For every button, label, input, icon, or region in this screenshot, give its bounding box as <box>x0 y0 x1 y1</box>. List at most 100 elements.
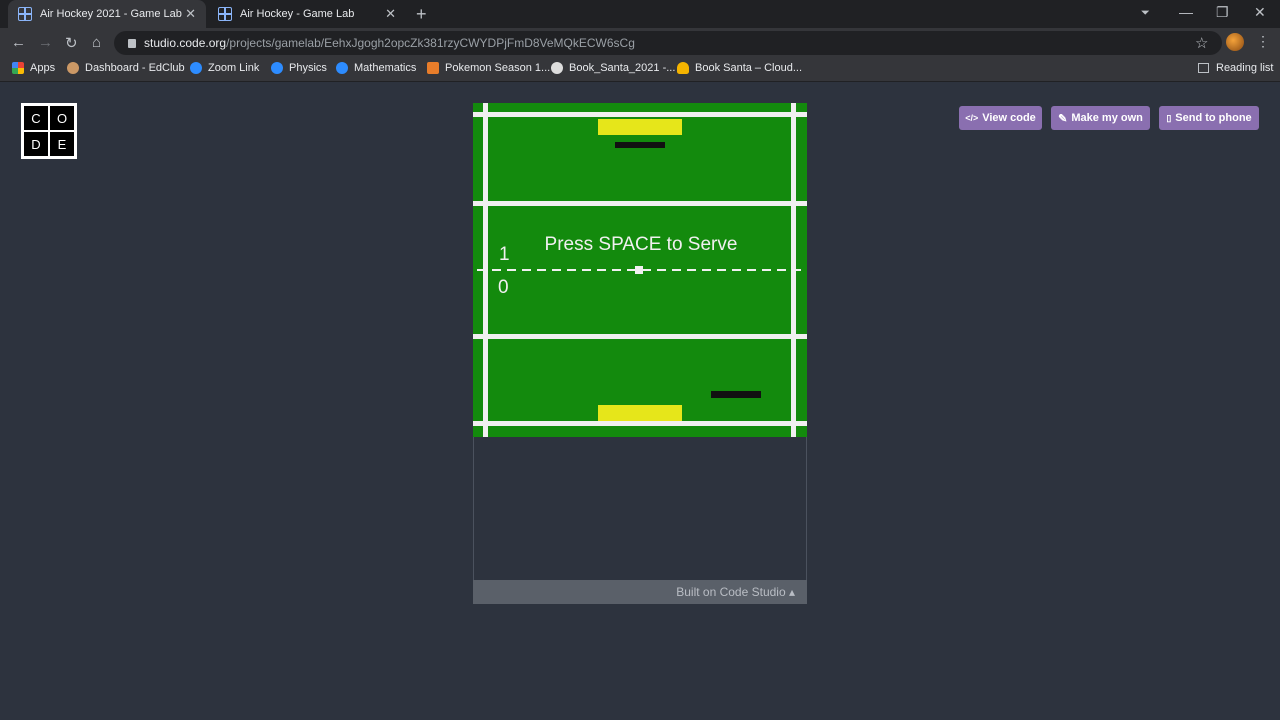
code-icon: </> <box>965 113 979 123</box>
built-on-code-studio[interactable]: Built on Code Studio ▴ <box>473 580 807 604</box>
close-tab-icon[interactable]: ✕ <box>385 6 396 22</box>
santa-icon <box>551 62 563 74</box>
apps-grid-icon <box>12 62 24 74</box>
close-window-icon[interactable]: ✕ <box>1254 4 1266 21</box>
bookmark-book-santa-cloud[interactable]: Book Santa – Cloud... <box>677 62 802 74</box>
logo-letter: E <box>50 132 74 156</box>
close-tab-icon[interactable]: ✕ <box>185 6 196 22</box>
home-icon[interactable]: ⌂ <box>92 34 101 51</box>
center-line-dash <box>537 269 546 271</box>
gamelab-favicon-icon <box>18 7 32 21</box>
center-line-dash <box>762 269 771 271</box>
bookmark-label: Physics <box>289 62 327 74</box>
bookmark-label: Apps <box>30 62 56 74</box>
bottom-goal-paddle <box>598 405 682 421</box>
bookmark-label: Book Santa – Cloud... <box>695 62 803 74</box>
bookmark-edclub[interactable]: Dashboard - EdClub <box>67 62 185 74</box>
button-label: Send to phone <box>1175 112 1252 124</box>
zoom-icon <box>271 62 283 74</box>
center-line-dash <box>642 269 651 271</box>
profile-avatar[interactable] <box>1226 33 1244 51</box>
center-line-dash <box>612 269 621 271</box>
send-to-phone-button[interactable]: ▯ Send to phone <box>1159 106 1259 130</box>
game-canvas[interactable]: Press SPACE to Serve 1 0 <box>473 103 807 437</box>
center-line-dash <box>492 269 501 271</box>
bookmark-label: Pokemon Season 1... <box>445 62 551 74</box>
score-top: 1 <box>499 244 510 265</box>
forward-icon[interactable]: → <box>38 34 53 51</box>
edit-icon: ✎ <box>1058 112 1068 125</box>
bottom-boundary-line <box>473 421 807 426</box>
bookmark-pokemon[interactable]: Pokemon Season 1... <box>427 62 550 74</box>
bookmark-label: Mathematics <box>354 62 417 74</box>
reading-list[interactable]: Reading list <box>1198 62 1273 74</box>
field-line <box>473 334 807 339</box>
new-tab-icon[interactable]: + <box>416 4 427 25</box>
opponent-striker <box>615 142 665 148</box>
gamelab-favicon-icon <box>218 7 232 21</box>
tab-title: Air Hockey - Game Lab <box>240 8 355 20</box>
field-line <box>473 201 807 206</box>
zoom-icon <box>190 62 202 74</box>
bookmark-apps[interactable]: Apps <box>12 62 55 74</box>
bookmark-label: Book_Santa_2021 -... <box>569 62 676 74</box>
puck <box>635 266 643 274</box>
code-org-logo[interactable]: C O D E <box>21 103 77 159</box>
top-goal-paddle <box>598 119 682 135</box>
logo-letter: C <box>24 106 48 130</box>
back-icon[interactable]: ← <box>11 34 26 51</box>
bookmark-star-icon[interactable]: ☆ <box>1195 34 1208 52</box>
address-bar[interactable]: studio.code.org/projects/gamelab/EehxJgo… <box>114 31 1222 55</box>
reading-list-label: Reading list <box>1216 62 1274 74</box>
bookmark-mathematics[interactable]: Mathematics <box>336 62 416 74</box>
phone-icon: ▯ <box>1166 112 1172 123</box>
bookmark-physics[interactable]: Physics <box>271 62 327 74</box>
reading-list-icon <box>1198 63 1209 73</box>
zoom-icon <box>336 62 348 74</box>
center-line-dash <box>657 269 666 271</box>
center-line-dash <box>552 269 561 271</box>
bookmark-label: Dashboard - EdClub <box>85 62 185 74</box>
serve-message: Press SPACE to Serve <box>544 234 738 255</box>
tab-title: Air Hockey 2021 - Game Lab <box>40 8 182 20</box>
tab-air-hockey[interactable]: Air Hockey - Game Lab ✕ <box>208 0 406 28</box>
restore-icon[interactable]: ❐ <box>1216 4 1229 21</box>
center-line-dash <box>507 269 516 271</box>
center-line-dash <box>582 269 591 271</box>
center-line-dash <box>702 269 711 271</box>
minimize-icon[interactable]: — <box>1179 4 1193 20</box>
view-code-button[interactable]: </> View code <box>959 106 1042 130</box>
make-my-own-button[interactable]: ✎ Make my own <box>1051 106 1150 130</box>
player-striker <box>711 391 761 398</box>
center-line-dash <box>747 269 756 271</box>
browser-toolbar: ← → ↻ ⌂ studio.code.org/projects/gamelab… <box>0 28 1280 58</box>
center-line-dash <box>777 269 786 271</box>
tab-search-icon[interactable]: ⏷ <box>1141 7 1150 20</box>
center-line-dash <box>717 269 726 271</box>
browser-menu-icon[interactable]: ⋮ <box>1256 33 1270 50</box>
center-line-dash <box>732 269 741 271</box>
edclub-icon <box>67 62 79 74</box>
pokemon-icon <box>427 62 439 74</box>
center-line-dash <box>792 269 801 271</box>
browser-tab-strip: Air Hockey 2021 - Game Lab ✕ Air Hockey … <box>0 0 1280 28</box>
lock-icon <box>128 38 136 48</box>
top-boundary-line <box>473 112 807 117</box>
reload-icon[interactable]: ↻ <box>65 34 78 52</box>
url-path: /projects/gamelab/EehxJgogh2opcZk381rzyC… <box>226 36 635 50</box>
center-line-dash <box>522 269 531 271</box>
tab-air-hockey-2021[interactable]: Air Hockey 2021 - Game Lab ✕ <box>8 0 206 28</box>
button-label: Make my own <box>1071 112 1143 124</box>
firebase-icon <box>677 62 689 74</box>
center-line-dash <box>567 269 576 271</box>
bookmark-label: Zoom Link <box>208 62 260 74</box>
bookmark-zoom-link[interactable]: Zoom Link <box>190 62 259 74</box>
url-host: studio.code.org <box>144 36 227 50</box>
logo-letter: D <box>24 132 48 156</box>
bookmarks-bar: Apps Dashboard - EdClub Zoom Link Physic… <box>0 58 1280 82</box>
game-canvas-below-area <box>473 437 807 580</box>
logo-letter: O <box>50 106 74 130</box>
center-line-dash <box>477 269 486 271</box>
bookmark-book-santa-2021[interactable]: Book_Santa_2021 -... <box>551 62 675 74</box>
button-label: View code <box>982 112 1036 124</box>
